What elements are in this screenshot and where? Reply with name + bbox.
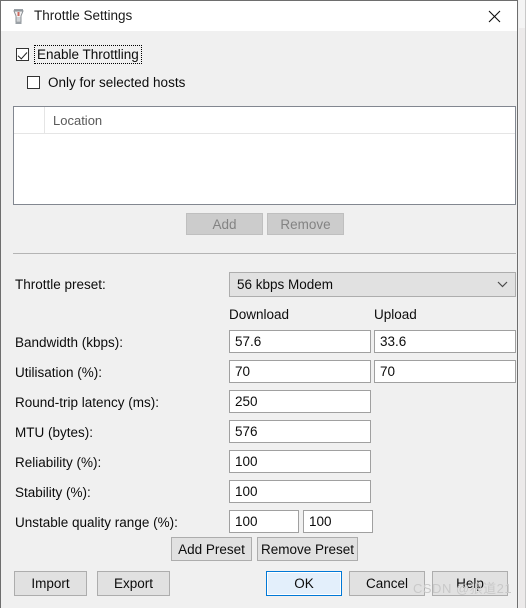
remove-preset-button[interactable]: Remove Preset xyxy=(257,537,358,561)
window-title: Throttle Settings xyxy=(34,8,133,23)
only-selected-hosts-checkbox-row[interactable]: Only for selected hosts xyxy=(27,74,187,91)
title-bar: Throttle Settings xyxy=(0,0,518,31)
chevron-down-icon xyxy=(489,281,515,288)
mtu-download-input[interactable] xyxy=(229,420,371,443)
dialog-client-area: Enable Throttling Only for selected host… xyxy=(0,31,518,608)
throttle-preset-value: 56 kbps Modem xyxy=(237,277,334,292)
add-host-button[interactable]: Add xyxy=(186,213,263,235)
latency-download-input[interactable] xyxy=(229,390,371,413)
window-right-edge xyxy=(519,0,526,608)
import-button[interactable]: Import xyxy=(14,571,87,596)
utilisation-label: Utilisation (%): xyxy=(15,365,103,380)
hosts-list-column-blank[interactable] xyxy=(14,107,45,133)
bandwidth-upload-input[interactable] xyxy=(374,330,516,353)
export-button[interactable]: Export xyxy=(97,571,170,596)
unstable-quality-min-input[interactable] xyxy=(229,510,299,533)
latency-label: Round-trip latency (ms): xyxy=(15,395,160,410)
download-column-header: Download xyxy=(229,307,290,322)
only-selected-hosts-label: Only for selected hosts xyxy=(48,75,186,90)
ok-button[interactable]: OK xyxy=(266,571,342,596)
close-button[interactable] xyxy=(472,1,517,31)
hosts-list-header: Location xyxy=(14,107,515,134)
utilisation-download-input[interactable] xyxy=(229,360,371,383)
bandwidth-download-input[interactable] xyxy=(229,330,371,353)
help-button[interactable]: Help xyxy=(432,571,508,596)
close-icon xyxy=(488,10,501,22)
unstable-quality-range-label: Unstable quality range (%): xyxy=(15,515,178,530)
cancel-button[interactable]: Cancel xyxy=(349,571,425,596)
throttle-jar-icon xyxy=(10,8,27,25)
section-separator xyxy=(13,253,516,254)
throttle-preset-select[interactable]: 56 kbps Modem xyxy=(229,272,516,297)
enable-throttling-checkbox[interactable] xyxy=(16,48,29,61)
throttle-preset-label: Throttle preset: xyxy=(15,277,106,292)
mtu-label: MTU (bytes): xyxy=(15,425,94,440)
reliability-label: Reliability (%): xyxy=(15,455,102,470)
stability-download-input[interactable] xyxy=(229,480,371,503)
only-selected-hosts-checkbox[interactable] xyxy=(27,76,40,89)
stability-label: Stability (%): xyxy=(15,485,91,500)
enable-throttling-label: Enable Throttling xyxy=(34,45,142,64)
hosts-list-body[interactable] xyxy=(14,134,515,204)
bandwidth-label: Bandwidth (kbps): xyxy=(15,335,124,350)
add-preset-button[interactable]: Add Preset xyxy=(171,537,252,561)
throttle-settings-dialog: Throttle Settings Enable Throttling Only… xyxy=(0,0,526,608)
remove-host-button[interactable]: Remove xyxy=(267,213,344,235)
utilisation-upload-input[interactable] xyxy=(374,360,516,383)
window-right-edge-inner xyxy=(519,28,525,608)
hosts-list[interactable]: Location xyxy=(13,106,516,205)
enable-throttling-checkbox-row[interactable]: Enable Throttling xyxy=(16,45,142,64)
unstable-quality-max-input[interactable] xyxy=(303,510,373,533)
reliability-download-input[interactable] xyxy=(229,450,371,473)
hosts-list-column-location[interactable]: Location xyxy=(45,107,515,133)
upload-column-header: Upload xyxy=(374,307,417,322)
